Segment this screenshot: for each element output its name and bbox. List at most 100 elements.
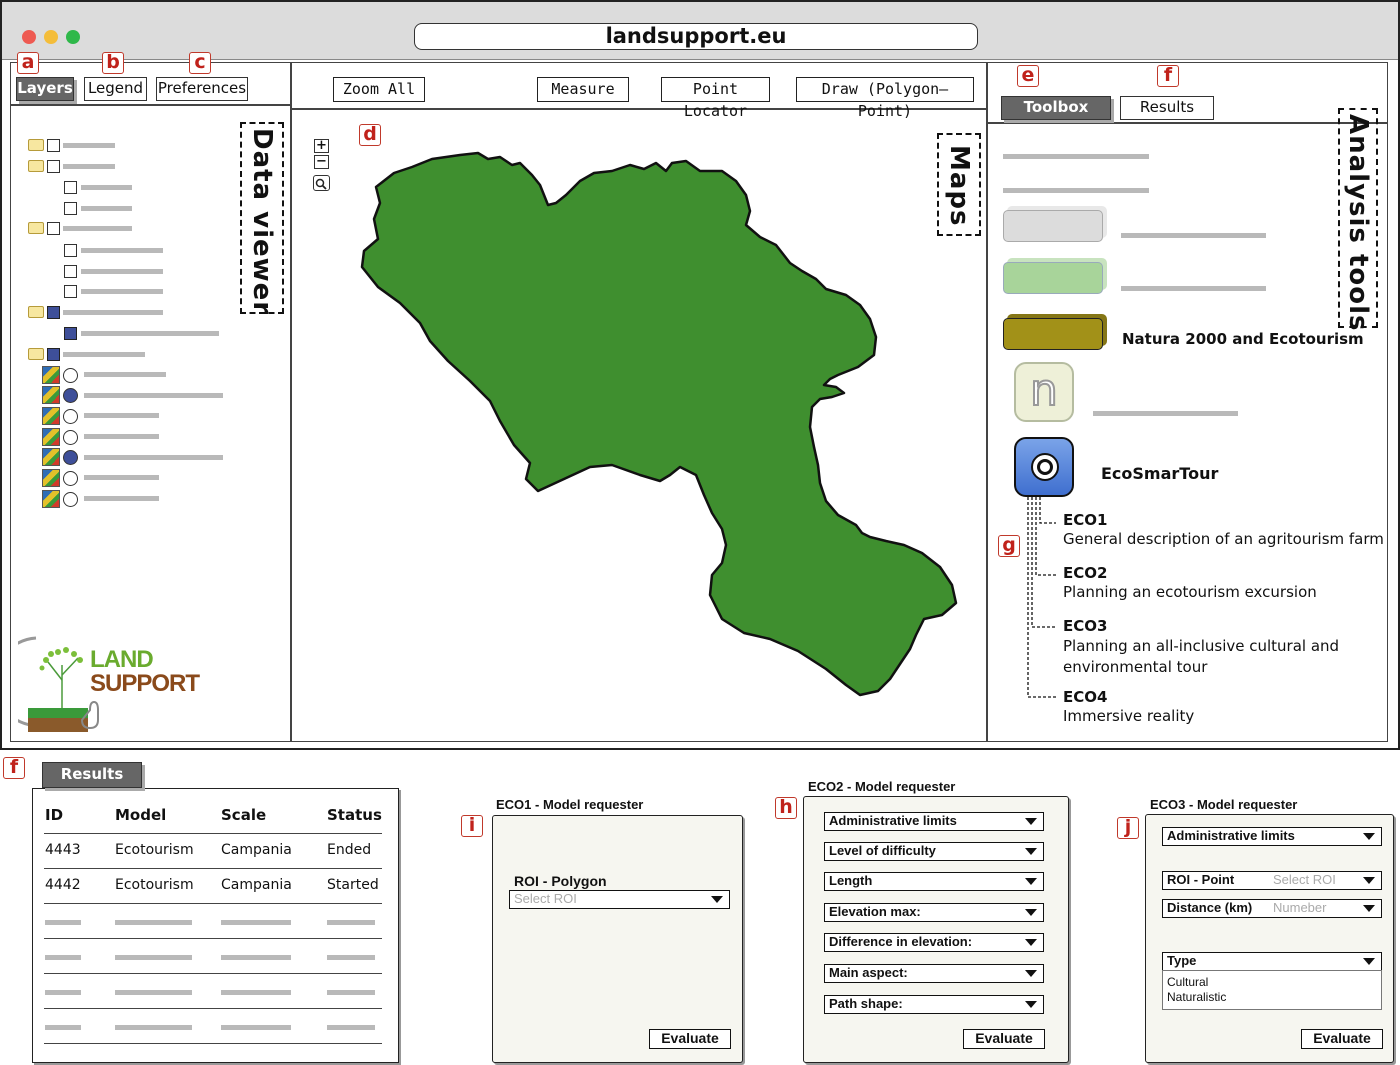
table-row-4443-scale: Campania [221, 842, 292, 858]
eco2-code[interactable]: ECO2 [1063, 564, 1107, 582]
eco3-roi-point-select[interactable]: ROI - Point Select ROI [1162, 871, 1382, 890]
layer-label [63, 143, 115, 148]
layer-label [84, 496, 159, 501]
layer-checkbox[interactable] [47, 222, 60, 235]
layer-radio[interactable] [63, 368, 78, 383]
folder-icon [28, 160, 44, 172]
tool-label [1121, 233, 1266, 238]
eco1-roi-select[interactable]: Select ROI [509, 890, 730, 909]
close-window-icon[interactable] [22, 30, 36, 44]
eco4-code[interactable]: ECO4 [1063, 688, 1107, 706]
eco3-distance-input[interactable]: Distance (km) Numeber [1162, 899, 1382, 918]
eco1-description: General description of an agritourism fa… [1063, 530, 1384, 548]
eco3-code[interactable]: ECO3 [1063, 617, 1107, 635]
results-header-model: Model [115, 806, 167, 824]
layer-checkbox[interactable] [64, 244, 77, 257]
draw-polygon-point-button[interactable]: Draw (Polygon–Point) [796, 77, 974, 120]
chevron-down-icon [1025, 848, 1037, 855]
marker-f: f [1157, 65, 1179, 87]
chevron-down-icon [1025, 939, 1037, 946]
layer-radio[interactable] [63, 409, 78, 424]
row-divider [44, 833, 382, 834]
eco3-administrative-limits-select[interactable]: Administrative limits [1162, 827, 1382, 846]
tab-legend[interactable]: Legend [84, 77, 147, 101]
eco3-option-naturalistic[interactable]: Naturalistic [1167, 990, 1226, 1004]
ecosmartour-label: EcoSmarTour [1101, 464, 1219, 483]
eco3-type-select[interactable]: Type [1162, 952, 1382, 971]
eco3-panel [1145, 814, 1394, 1063]
layer-checkbox[interactable] [64, 327, 77, 340]
layer-checkbox[interactable] [64, 202, 77, 215]
layer-radio[interactable] [63, 492, 78, 507]
zoom-out-button[interactable]: − [314, 155, 329, 169]
eco2-description: Planning an ecotourism excursion [1063, 583, 1317, 601]
eco1-evaluate-button[interactable]: Evaluate [649, 1029, 731, 1049]
n-app-icon[interactable]: n [1014, 362, 1074, 422]
layer-checkbox[interactable] [64, 285, 77, 298]
tab-preferences[interactable]: Preferences [156, 77, 248, 101]
eco1-panel [492, 815, 743, 1063]
marker-e: e [1017, 65, 1039, 87]
eco2-elevation-max-select[interactable]: Elevation max: [824, 903, 1044, 922]
data-viewer-label: Data viewer [247, 128, 277, 316]
ecosmartour-app-icon[interactable] [1014, 437, 1074, 497]
eco2-level-of-difficulty-select[interactable]: Level of difficulty [824, 842, 1044, 861]
layer-checkbox[interactable] [64, 265, 77, 278]
eco2-path-shape-select[interactable]: Path shape: [824, 995, 1044, 1014]
point-locator-button[interactable]: Point Locator [661, 77, 770, 120]
layer-checkbox[interactable] [47, 160, 60, 173]
layer-checkbox[interactable] [64, 181, 77, 194]
zoom-in-button[interactable]: + [314, 139, 329, 153]
layer-label [63, 310, 163, 315]
eco2-evaluate-button[interactable]: Evaluate [963, 1029, 1045, 1049]
tool-label [1093, 411, 1238, 416]
tab-results[interactable]: Results [1120, 96, 1214, 120]
layer-label [84, 475, 159, 480]
minimize-window-icon[interactable] [44, 30, 58, 44]
maximize-window-icon[interactable] [66, 30, 80, 44]
marker-c: c [189, 52, 211, 74]
magnifier-icon[interactable] [313, 175, 330, 191]
folder-icon [28, 306, 44, 318]
layer-radio[interactable] [63, 388, 78, 403]
eco1-code[interactable]: ECO1 [1063, 511, 1107, 529]
field-label: Distance (km) [1167, 900, 1253, 915]
campania-map[interactable] [350, 145, 960, 705]
left-tab-underline [10, 104, 290, 106]
tab-layers[interactable]: Layers [16, 77, 74, 101]
chevron-down-icon [1025, 878, 1037, 885]
table-row-4442-model: Ecotourism [115, 877, 194, 893]
eco3-option-cultural[interactable]: Cultural [1167, 975, 1208, 989]
layer-radio[interactable] [63, 450, 78, 465]
eco3-evaluate-button[interactable]: Evaluate [1301, 1029, 1383, 1049]
tool-label [1003, 154, 1149, 159]
layer-radio[interactable] [63, 471, 78, 486]
eco2-difference-in-elevation-select[interactable]: Difference in elevation: [824, 933, 1044, 952]
chevron-down-icon [1025, 1001, 1037, 1008]
folder-icon [28, 348, 44, 360]
eco2-administrative-limits-select[interactable]: Administrative limits [824, 812, 1044, 831]
eco3-roi-placeholder: Select ROI [1273, 872, 1336, 887]
row-divider [44, 868, 382, 869]
url-bar[interactable]: landsupport.eu [414, 23, 978, 50]
zoom-all-button[interactable]: Zoom All [333, 77, 425, 102]
layer-radio[interactable] [63, 430, 78, 445]
tab-toolbox[interactable]: Toolbox [1001, 96, 1111, 120]
tool-layer-grey[interactable] [1003, 210, 1103, 242]
eco2-length-select[interactable]: Length [824, 872, 1044, 891]
measure-button[interactable]: Measure [537, 77, 629, 102]
layer-label [81, 206, 132, 211]
eco2-main-aspect-select[interactable]: Main aspect: [824, 964, 1044, 983]
layer-checkbox[interactable] [47, 306, 60, 319]
analysis-tools-label: Analysis tools [1343, 114, 1373, 332]
layer-label [81, 269, 163, 274]
layer-checkbox[interactable] [47, 348, 60, 361]
results-tab[interactable]: Results [42, 762, 142, 788]
raster-layer-icon [42, 407, 60, 425]
layer-checkbox[interactable] [47, 139, 60, 152]
right-tab-underline [987, 122, 1388, 124]
field-label: Path shape: [829, 996, 903, 1011]
chevron-down-icon [1363, 833, 1375, 840]
natura-2000-icon[interactable] [1003, 318, 1103, 350]
tool-layer-green[interactable] [1003, 262, 1103, 294]
